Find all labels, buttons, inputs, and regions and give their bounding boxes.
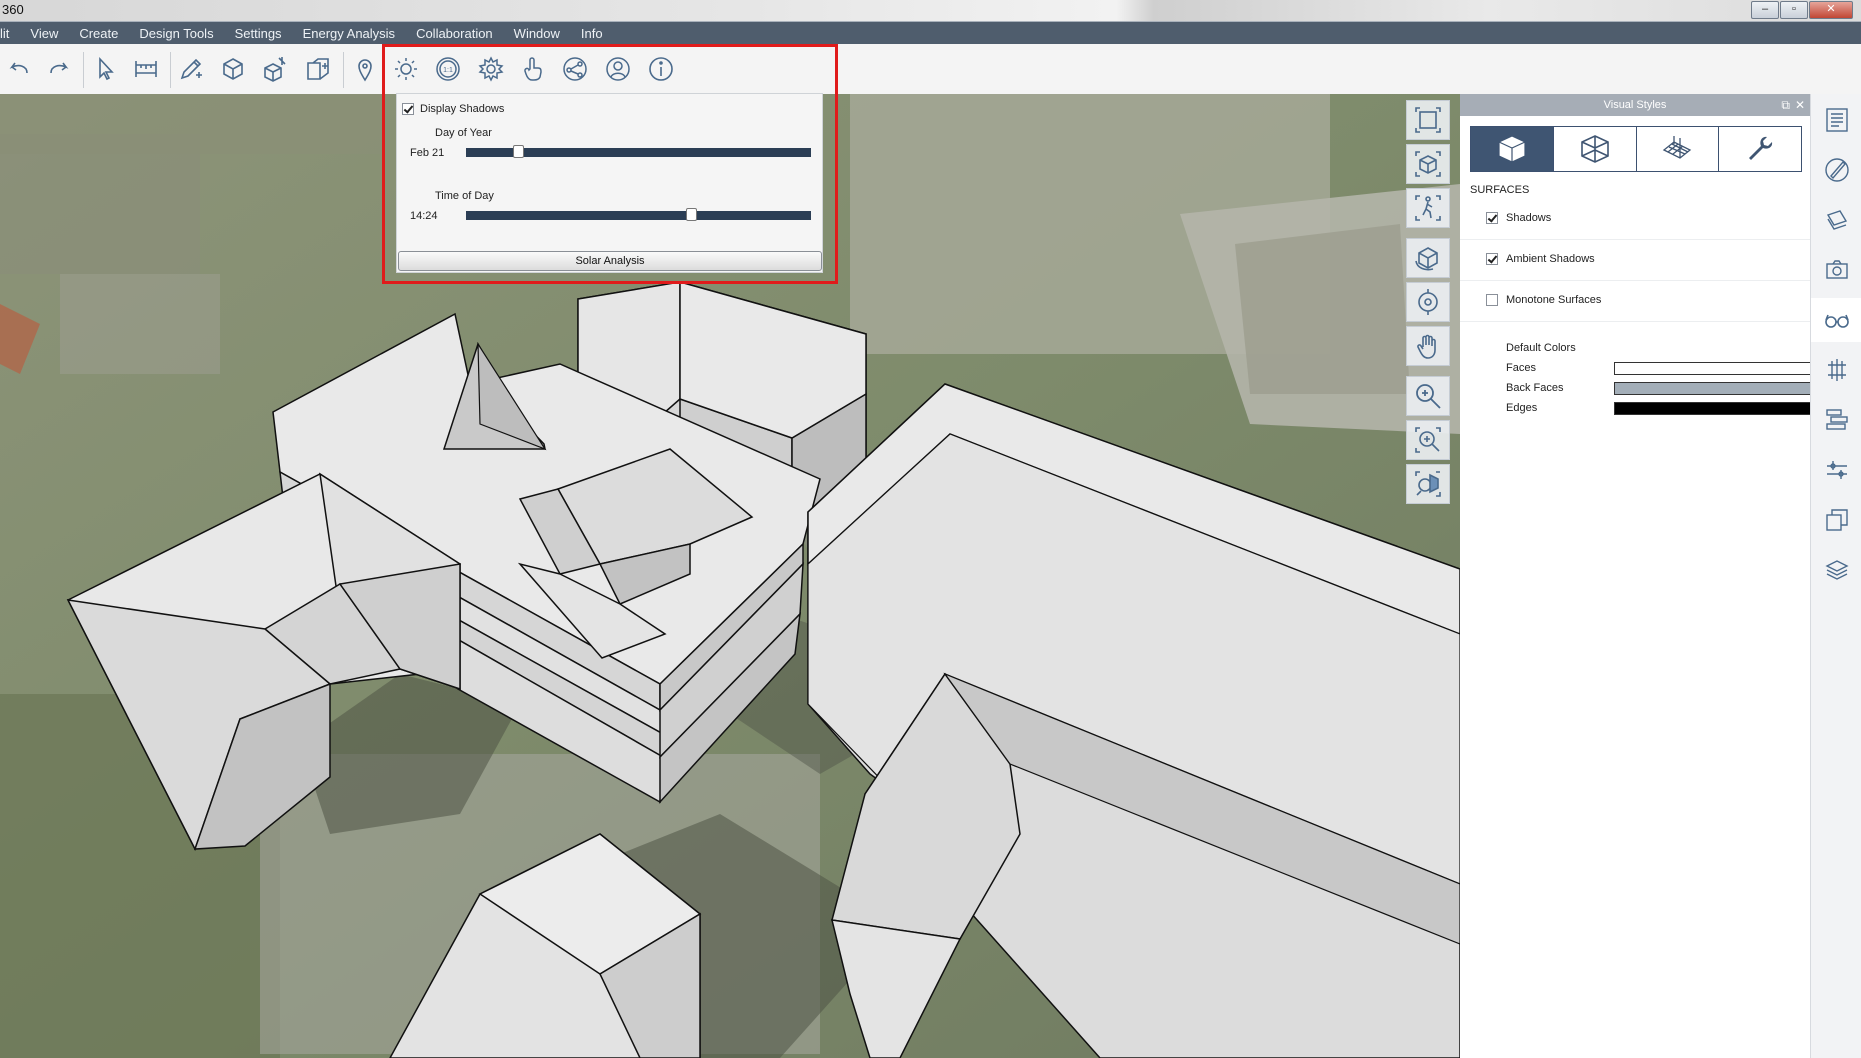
edges-color-row: Edges xyxy=(1506,402,1816,415)
visual-styles-tabs xyxy=(1470,126,1802,172)
copy-icon[interactable] xyxy=(1811,498,1861,542)
measure-icon[interactable] xyxy=(127,50,165,88)
faces-label: Faces xyxy=(1506,362,1536,374)
box-icon[interactable] xyxy=(214,50,252,88)
time-of-day-label: Time of Day xyxy=(435,190,494,202)
day-of-year-slider[interactable] xyxy=(466,145,811,158)
iso-view-icon[interactable] xyxy=(1406,144,1450,184)
select-icon[interactable] xyxy=(86,50,124,88)
camera-icon[interactable] xyxy=(1811,248,1861,292)
pan-icon[interactable] xyxy=(1406,326,1450,366)
layers-icon[interactable] xyxy=(1811,198,1861,242)
menu-energy-analysis[interactable]: Energy Analysis xyxy=(303,26,396,41)
glasses-icon[interactable] xyxy=(1811,298,1861,342)
time-value: 14:24 xyxy=(410,210,438,222)
window-controls: – ▫ ✕ xyxy=(1750,1,1853,19)
solar-analysis-button[interactable]: Solar Analysis xyxy=(398,251,822,271)
restore-button[interactable]: ▫ xyxy=(1780,1,1808,19)
menu-window[interactable]: Window xyxy=(514,26,560,41)
visual-styles-panel: Visual Styles ⧉ ✕ SURFACES Shadows Ambie… xyxy=(1460,94,1811,1058)
solid-style-icon[interactable] xyxy=(1471,127,1553,171)
monotone-surfaces-checkbox[interactable] xyxy=(1486,294,1498,306)
menu-create[interactable]: Create xyxy=(79,26,118,41)
align-icon[interactable] xyxy=(1811,448,1861,492)
undo-icon[interactable] xyxy=(0,50,38,88)
visual-styles-header: Visual Styles ⧉ ✕ xyxy=(1460,94,1810,116)
visual-styles-title: Visual Styles xyxy=(1603,99,1667,111)
menu-collaboration[interactable]: Collaboration xyxy=(416,26,493,41)
properties-icon[interactable] xyxy=(1811,98,1861,142)
structure-icon[interactable] xyxy=(1811,348,1861,392)
back-faces-label: Back Faces xyxy=(1506,382,1564,394)
undock-icon[interactable]: ⧉ xyxy=(1781,94,1790,116)
zoom-window-icon[interactable] xyxy=(1406,420,1450,460)
edges-color-swatch[interactable] xyxy=(1614,402,1811,415)
back-faces-color-row: Back Faces xyxy=(1506,382,1816,395)
back-faces-color-swatch[interactable] xyxy=(1614,382,1811,395)
zoom-icon[interactable] xyxy=(1406,376,1450,416)
grid-style-icon[interactable] xyxy=(1635,127,1719,171)
display-shadows-checkbox[interactable] xyxy=(402,103,414,115)
day-of-year-thumb[interactable] xyxy=(513,145,524,158)
levels-icon[interactable] xyxy=(1811,548,1861,592)
zoom-selection-icon[interactable] xyxy=(1406,464,1450,504)
wrench-style-icon[interactable] xyxy=(1718,127,1801,171)
close-button[interactable]: ✕ xyxy=(1809,1,1853,19)
ambient-shadows-label: Ambient Shadows xyxy=(1506,253,1595,265)
shadows-checkbox[interactable] xyxy=(1486,212,1498,224)
monotone-surfaces-option: Monotone Surfaces xyxy=(1460,281,1810,322)
draw-icon[interactable] xyxy=(172,50,210,88)
close-panel-icon[interactable]: ✕ xyxy=(1795,94,1805,116)
fit-view-icon[interactable] xyxy=(1406,100,1450,140)
menu-edit[interactable]: lit xyxy=(0,26,9,41)
shadows-label: Shadows xyxy=(1506,212,1552,224)
shadows-option: Shadows xyxy=(1460,199,1810,240)
default-colors-label: Default Colors xyxy=(1506,342,1576,354)
edges-label: Edges xyxy=(1506,402,1538,414)
display-shadows-label: Display Shadows xyxy=(420,103,505,115)
wireframe-style-icon[interactable] xyxy=(1552,127,1636,171)
location-icon[interactable] xyxy=(346,50,384,88)
add-level-icon[interactable] xyxy=(298,50,336,88)
time-of-day-slider[interactable] xyxy=(466,208,811,221)
menu-bar: lit View Create Design Tools Settings En… xyxy=(0,22,1861,44)
right-tool-strip xyxy=(1810,94,1861,1058)
minimize-button[interactable]: – xyxy=(1751,1,1779,19)
window-title: 360 xyxy=(2,2,24,17)
day-value: Feb 21 xyxy=(410,147,445,159)
monotone-surfaces-label: Monotone Surfaces xyxy=(1506,294,1602,306)
orbit-icon[interactable] xyxy=(1406,238,1450,278)
navigation-toolbar xyxy=(1406,100,1452,508)
faces-color-row: Faces xyxy=(1506,362,1816,375)
walk-icon[interactable] xyxy=(1406,188,1450,228)
sun-settings-body: Display Shadows Day of Year Feb 21 Time … xyxy=(396,93,823,273)
add-form-icon[interactable] xyxy=(256,50,294,88)
menu-info[interactable]: Info xyxy=(581,26,603,41)
paint-icon[interactable] xyxy=(1811,148,1861,192)
menu-design-tools[interactable]: Design Tools xyxy=(139,26,213,41)
sun-settings-panel: Display Shadows Day of Year Feb 21 Time … xyxy=(382,44,838,284)
stack-icon[interactable] xyxy=(1811,398,1861,442)
ambient-shadows-option: Ambient Shadows xyxy=(1460,240,1810,281)
menu-settings[interactable]: Settings xyxy=(235,26,282,41)
title-bar: 360 – ▫ ✕ xyxy=(0,0,1861,22)
day-of-year-label: Day of Year xyxy=(435,127,492,139)
look-around-icon[interactable] xyxy=(1406,282,1450,322)
faces-color-swatch[interactable] xyxy=(1614,362,1811,375)
redo-icon[interactable] xyxy=(40,50,78,88)
main-toolbar: 1:1 xyxy=(0,44,1861,94)
menu-view[interactable]: View xyxy=(30,26,58,41)
surfaces-heading: SURFACES xyxy=(1470,184,1530,196)
time-of-day-thumb[interactable] xyxy=(686,208,697,221)
ambient-shadows-checkbox[interactable] xyxy=(1486,253,1498,265)
